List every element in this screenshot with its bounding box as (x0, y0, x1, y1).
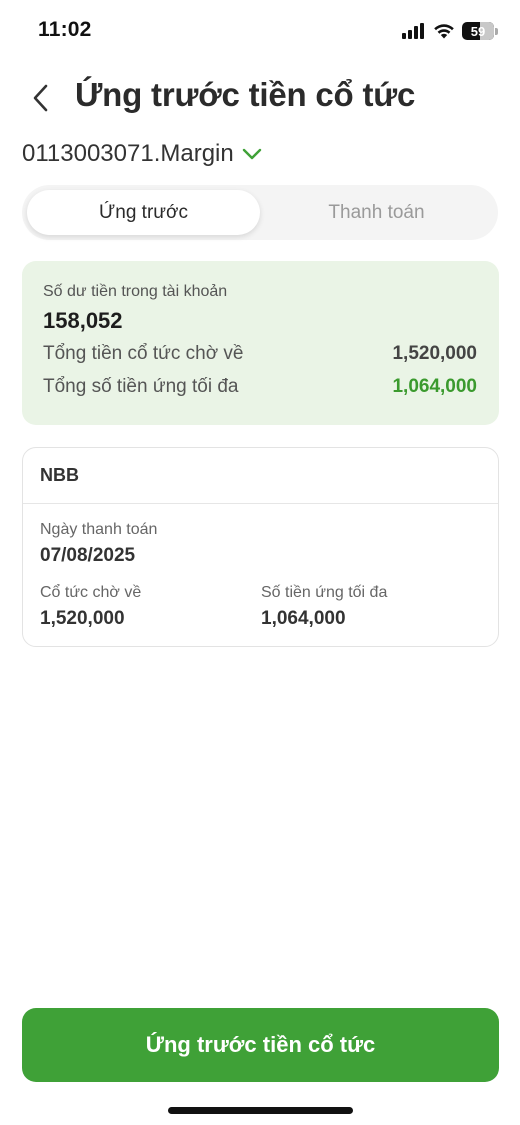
signal-icon (402, 23, 424, 39)
card-divider (23, 503, 498, 504)
balance-value: 158,052 (43, 308, 123, 333)
dividend-card[interactable]: NBB Ngày thanh toán 07/08/2025 Cổ tức ch… (22, 447, 499, 647)
battery-cap (495, 27, 498, 35)
dividend-value: 1,520,000 (40, 608, 125, 629)
account-dropdown[interactable]: 0113003071.Margin (22, 140, 262, 168)
status-bar: 11:02 59 (0, 0, 520, 62)
card-max-advance-label: Số tiền ứng tối đa (261, 584, 388, 601)
pending-dividend-row: Tổng tiền cổ tức chờ về 1,520,000 (43, 343, 477, 365)
battery-level: 59 (470, 23, 486, 39)
account-label: 0113003071.Margin (22, 140, 234, 167)
card-max-advance-value: 1,064,000 (261, 608, 346, 629)
tab-advance[interactable]: Ứng trước (27, 190, 260, 235)
chevron-down-icon (242, 148, 261, 160)
wifi-icon (434, 24, 454, 39)
battery-icon: 59 (462, 22, 494, 40)
stock-symbol: NBB (40, 465, 79, 485)
home-indicator (168, 1107, 353, 1114)
payment-date-value: 07/08/2025 (40, 545, 136, 566)
payment-date-label: Ngày thanh toán (40, 521, 158, 538)
advance-dividend-button[interactable]: Ứng trước tiền cổ tức (22, 1008, 499, 1082)
status-time: 11:02 (38, 18, 92, 41)
back-button[interactable] (22, 78, 58, 118)
summary-panel: Số dư tiền trong tài khoản 158,052 Tổng … (22, 261, 499, 425)
max-advance-label: Tổng số tiền ứng tối đa (43, 376, 239, 397)
page-title: Ứng trước tiền cổ tức (75, 76, 416, 113)
pending-dividend-value: 1,520,000 (392, 343, 477, 364)
pending-dividend-label: Tổng tiền cổ tức chờ về (43, 343, 244, 364)
screen: 11:02 59 Ứng trước tiền cổ tức 011300307… (0, 0, 520, 1125)
status-icons: 59 (402, 20, 498, 42)
chevron-left-icon (33, 84, 48, 112)
tab-payment[interactable]: Thanh toán (260, 190, 493, 235)
max-advance-row: Tổng số tiền ứng tối đa 1,064,000 (43, 376, 477, 398)
max-advance-value: 1,064,000 (392, 376, 477, 397)
tab-switcher: Ứng trước Thanh toán (22, 185, 498, 240)
dividend-label: Cổ tức chờ về (40, 584, 142, 601)
balance-label: Số dư tiền trong tài khoản (43, 283, 228, 300)
